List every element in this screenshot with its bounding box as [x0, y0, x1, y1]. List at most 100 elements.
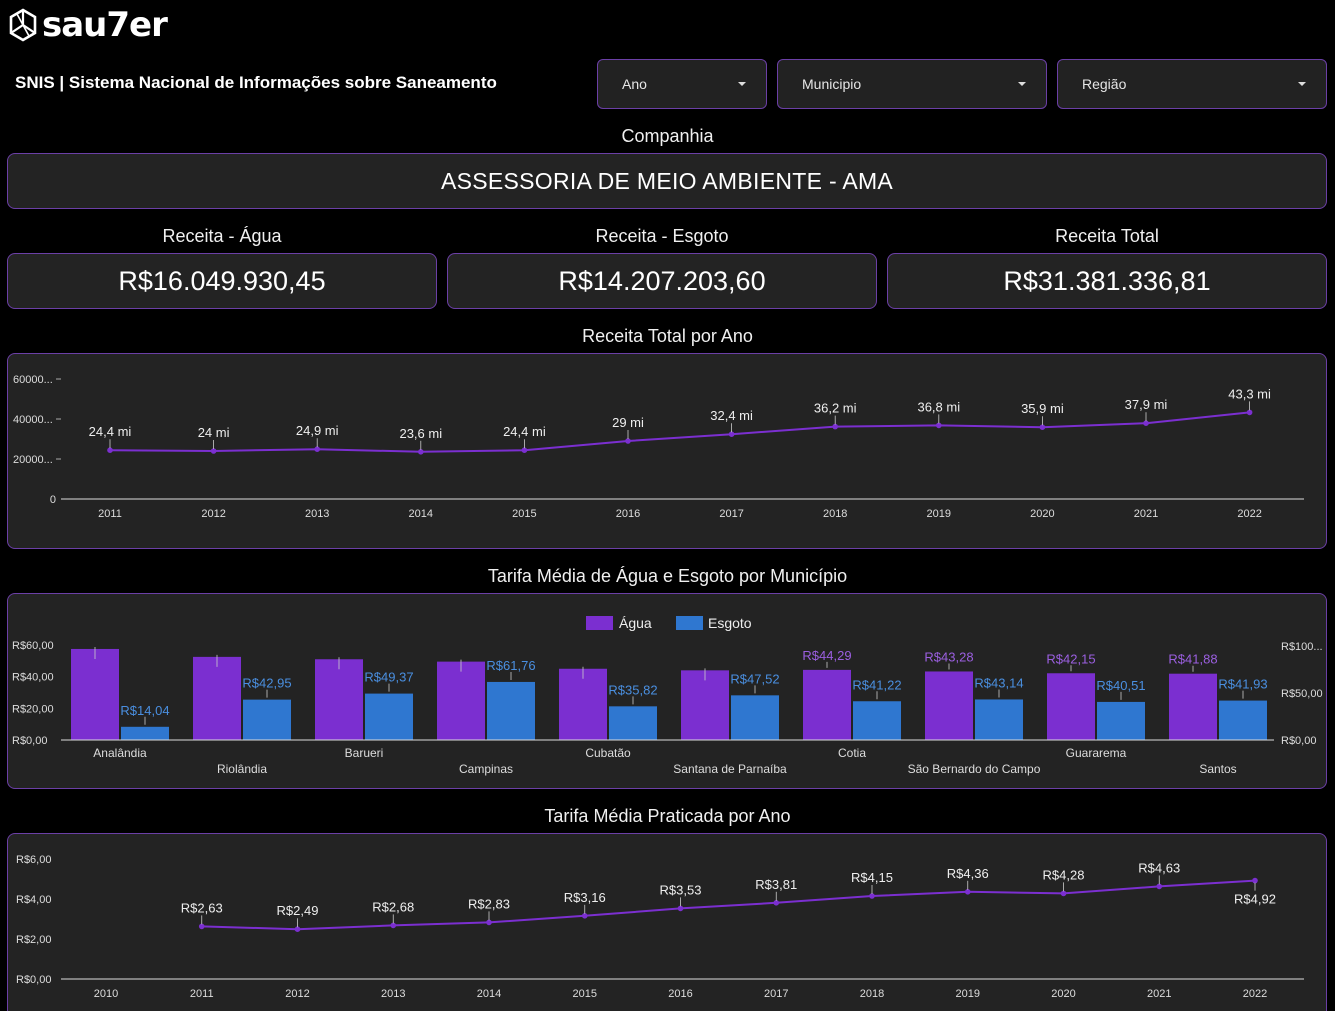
data-label: R$3,53	[660, 882, 702, 897]
chart-tarifa-ano-title: Tarifa Média Praticada por Ano	[544, 806, 791, 826]
brand-logo: sau7er	[8, 6, 168, 44]
kpi-total-label: Receita Total	[1055, 226, 1159, 246]
chevron-down-icon	[738, 82, 746, 86]
x-category-label: Campinas	[459, 762, 513, 776]
legend-swatch-esgoto	[676, 616, 703, 630]
y-left-tick-label: R$20,00	[12, 703, 54, 715]
series-line	[109, 411, 1250, 453]
page-title: SNIS | Sistema Nacional de Informações s…	[15, 73, 497, 92]
x-tick-label: 2018	[860, 988, 884, 1000]
data-point	[294, 926, 301, 932]
bar-agua	[681, 670, 729, 740]
data-point	[107, 447, 113, 453]
filter-ano-dropdown[interactable]: Ano	[597, 59, 767, 109]
series-line	[201, 879, 1256, 931]
data-label: R$4,15	[851, 870, 893, 885]
bar-agua	[925, 671, 973, 740]
data-point	[625, 438, 631, 444]
data-point	[677, 905, 684, 912]
data-point	[198, 923, 205, 930]
kpi-agua-card: R$16.049.930,45	[7, 253, 437, 309]
kpi-agua-label: Receita - Água	[162, 226, 282, 246]
data-point	[418, 449, 424, 455]
legend-swatch-agua	[586, 616, 613, 630]
legend-label-agua: Água	[619, 615, 652, 631]
y-tick-label: R$0,00	[16, 974, 51, 986]
company-value: ASSESSORIA DE MEIO AMBIENTE - AMA	[440, 167, 894, 194]
y-tick-label: 20000...	[13, 454, 53, 466]
data-point	[1252, 877, 1258, 884]
data-point	[1039, 424, 1046, 430]
x-category-label: Cotia	[838, 746, 866, 760]
y-right-tick-label: R$50,00	[1281, 688, 1323, 700]
legend-label-esgoto: Esgoto	[708, 615, 752, 631]
data-label: R$2,49	[277, 903, 319, 918]
data-label: 23,6 mi	[399, 426, 442, 441]
x-category-label: Cubatão	[585, 746, 631, 760]
data-label: 24,9 mi	[296, 423, 339, 438]
bar-esgoto	[121, 726, 169, 740]
kpi-esgoto-value: R$14.207.203,60	[558, 265, 766, 296]
data-label-esgoto: R$49,37	[364, 670, 413, 685]
data-point	[832, 423, 838, 430]
chart-tarifa-municipio-card: Água Esgoto R$0,00 R$20,00 R$40,00 R$60,00 R$0…	[7, 593, 1327, 789]
filter-municipio-label: Municipio	[802, 76, 862, 92]
data-label-agua: R$42,15	[1046, 651, 1095, 666]
data-label: 24 mi	[198, 425, 230, 440]
kpi-esgoto-card: R$14.207.203,60	[447, 253, 877, 309]
x-tick-label: 2022	[1237, 508, 1261, 520]
filter-municipio-dropdown[interactable]: Municipio	[777, 59, 1047, 109]
data-point	[486, 919, 492, 926]
data-label-agua: R$44,29	[802, 648, 851, 663]
chevron-down-icon	[1298, 82, 1306, 86]
filter-regiao-label: Região	[1082, 76, 1127, 92]
y-tick-label: R$2,00	[16, 934, 51, 946]
x-tick-label: 2013	[305, 508, 329, 520]
y-left-tick-label: R$0,00	[12, 735, 47, 747]
x-tick-label: 2015	[512, 508, 536, 520]
kpi-total-value: R$31.381.336,81	[1003, 265, 1211, 296]
x-tick-label: 2020	[1030, 508, 1054, 520]
data-label: R$3,81	[755, 877, 797, 892]
data-point	[773, 900, 780, 906]
data-point	[210, 448, 217, 454]
data-label-esgoto: R$41,93	[1218, 677, 1267, 692]
x-tick-label: 2014	[477, 988, 501, 1000]
x-tick-label: 2014	[409, 508, 433, 520]
bar-esgoto	[975, 699, 1023, 740]
bar-esgoto	[365, 693, 413, 740]
bar-esgoto	[731, 695, 779, 740]
x-tick-label: 2012	[201, 508, 225, 520]
x-tick-label: 2016	[616, 508, 640, 520]
x-tick-label: 2022	[1243, 988, 1267, 1000]
data-point	[390, 922, 397, 929]
x-category-label: Santos	[1199, 762, 1236, 776]
data-point	[728, 431, 735, 437]
data-point	[964, 889, 971, 895]
bar-esgoto	[243, 699, 291, 740]
bar-esgoto	[1097, 701, 1145, 740]
kpi-agua-value: R$16.049.930,45	[118, 265, 326, 296]
data-label-agua: R$43,28	[924, 649, 973, 664]
y-left-tick-label: R$40,00	[12, 672, 54, 684]
data-point	[1143, 420, 1149, 426]
data-label-esgoto: R$43,14	[974, 675, 1023, 690]
data-label: R$4,92	[1234, 892, 1276, 907]
bar-agua	[315, 659, 363, 740]
filter-ano-label: Ano	[622, 76, 647, 92]
x-tick-label: 2011	[190, 988, 214, 1000]
x-category-label: São Bernardo do Campo	[908, 762, 1041, 776]
bar-agua	[559, 668, 607, 740]
data-label: R$4,36	[947, 866, 989, 881]
y-right-tick-label: R$100...	[1281, 641, 1323, 653]
filter-regiao-dropdown[interactable]: Região	[1057, 59, 1327, 109]
data-label: R$4,63	[1138, 860, 1180, 875]
data-point	[869, 893, 875, 899]
bar-agua	[71, 648, 119, 740]
data-point	[936, 422, 942, 429]
data-label-esgoto: R$14,04	[120, 703, 169, 718]
data-label-esgoto: R$42,95	[242, 676, 291, 691]
data-point	[521, 447, 528, 453]
data-label-esgoto: R$35,82	[608, 682, 657, 697]
data-label: 35,9 mi	[1021, 401, 1064, 416]
